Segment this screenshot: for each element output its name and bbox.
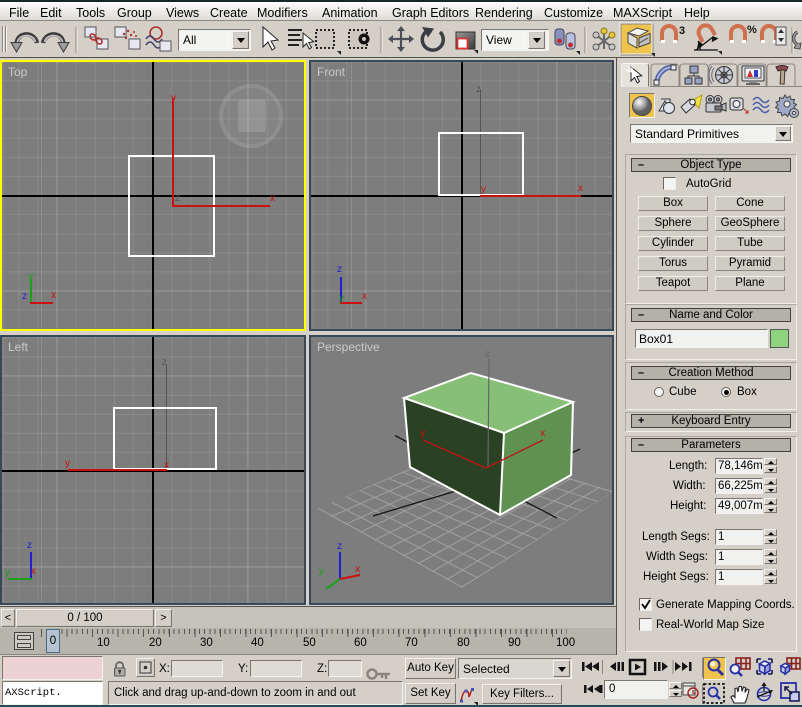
svg-text:3: 3 xyxy=(679,25,685,37)
svg-text:z: z xyxy=(337,540,342,552)
svg-text:z: z xyxy=(485,348,490,360)
svg-text:x: x xyxy=(355,563,361,575)
svg-text:y: y xyxy=(420,427,426,439)
svg-text:x: x xyxy=(540,427,546,439)
svg-text:y: y xyxy=(319,565,325,577)
svg-text:%: % xyxy=(747,24,757,36)
